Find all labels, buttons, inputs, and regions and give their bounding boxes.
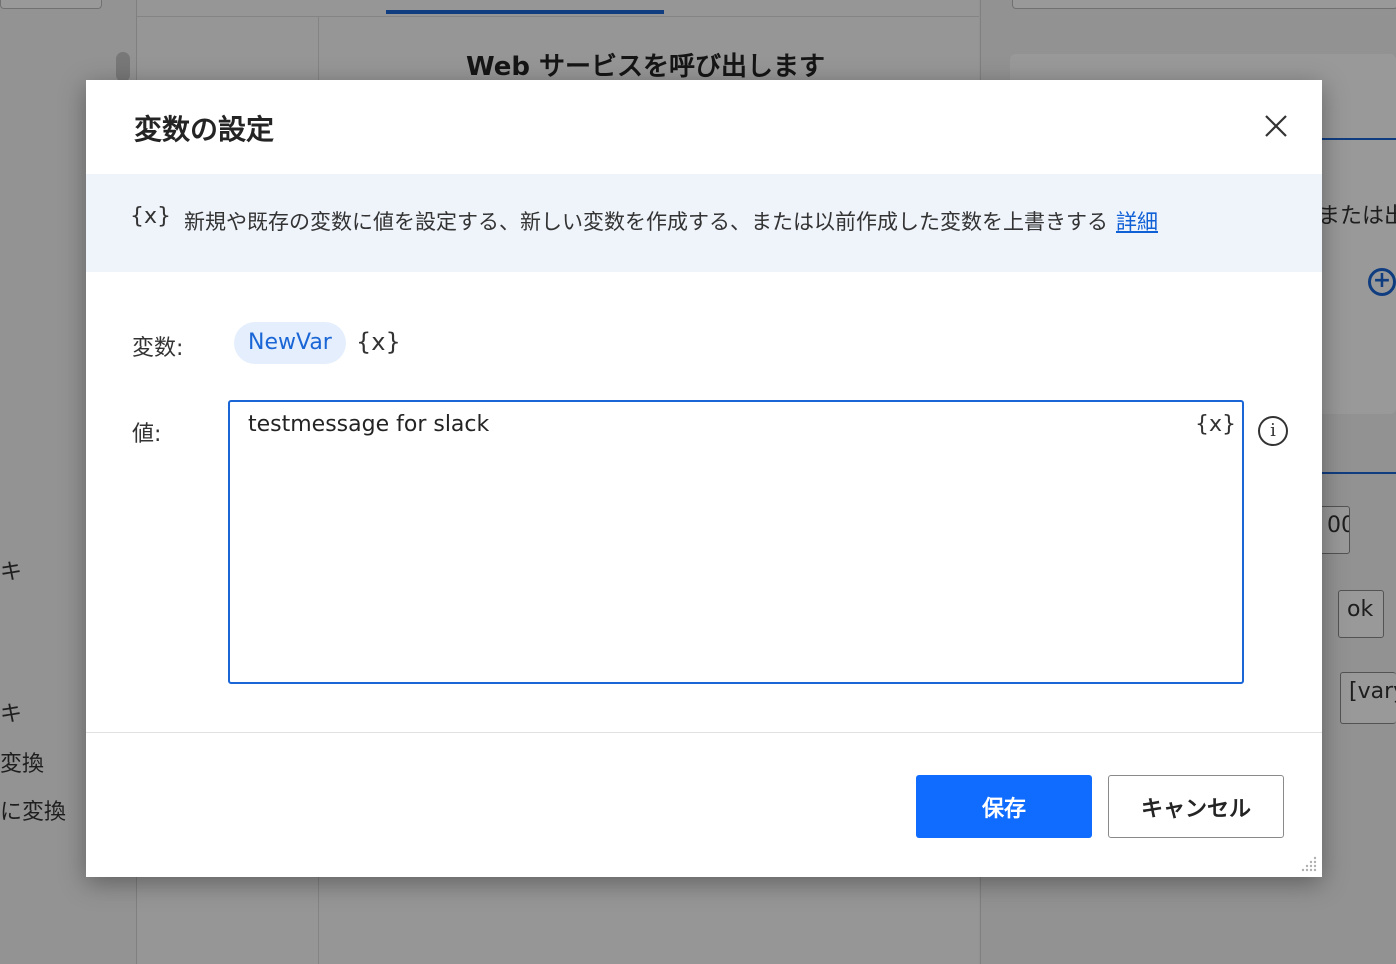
cancel-button[interactable]: キャンセル [1108, 775, 1284, 838]
set-variable-dialog: 変数の設定 {x} 新規や既存の変数に値を設定する、新しい変数を作成する、または… [86, 80, 1322, 877]
value-variable-picker-icon[interactable]: {x} [1195, 412, 1236, 437]
save-button[interactable]: 保存 [916, 775, 1092, 838]
variable-picker-icon[interactable]: {x} [356, 328, 401, 356]
value-text: testmessage for slack [248, 412, 490, 437]
resize-grip-icon[interactable] [1300, 855, 1318, 873]
variable-label: 変数: [132, 336, 184, 361]
description-text: 新規や既存の変数に値を設定する、新しい変数を作成する、または以前作成した変数を上… [184, 210, 1158, 234]
info-icon[interactable]: i [1258, 416, 1288, 446]
dialog-title: 変数の設定 [134, 113, 275, 146]
details-link[interactable]: 詳細 [1116, 210, 1158, 234]
description-banner: {x} 新規や既存の変数に値を設定する、新しい変数を作成する、または以前作成した… [86, 174, 1322, 272]
close-icon [1265, 115, 1287, 137]
footer-divider [86, 732, 1322, 733]
variable-icon: {x} [130, 204, 172, 229]
close-button[interactable] [1258, 108, 1294, 144]
value-label: 値: [132, 422, 162, 447]
value-textarea[interactable]: testmessage for slack {x} [228, 400, 1244, 684]
variable-name-chip[interactable]: NewVar [234, 322, 346, 364]
